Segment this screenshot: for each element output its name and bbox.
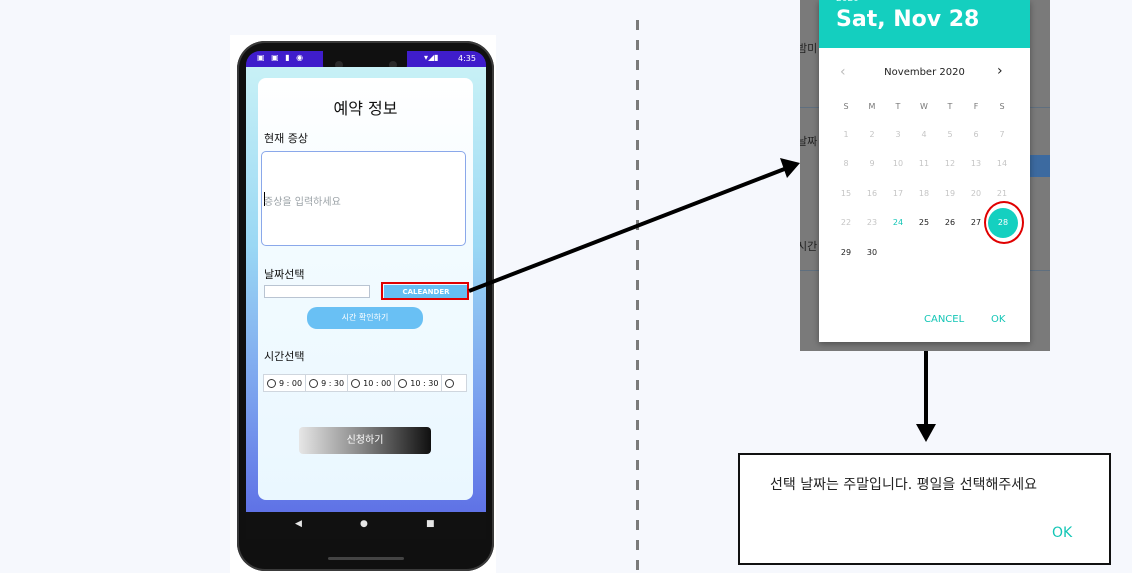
weekday-label: M bbox=[868, 102, 876, 111]
selected-day-highlight bbox=[984, 201, 1024, 244]
arrow-head-icon bbox=[916, 424, 936, 442]
calendar-day[interactable]: 30 bbox=[862, 248, 882, 257]
calendar-day: 11 bbox=[918, 159, 930, 168]
calendar-day: 22 bbox=[840, 218, 852, 227]
datepicker-selected-date: Sat, Nov 28 bbox=[836, 7, 980, 32]
calendar-day: 12 bbox=[944, 159, 956, 168]
calendar-day: 23 bbox=[866, 218, 878, 227]
weekend-alert-dialog bbox=[738, 453, 1111, 565]
calendar-day[interactable]: 25 bbox=[914, 218, 934, 227]
background-text: 밤미 bbox=[800, 42, 818, 55]
calendar-day: 16 bbox=[866, 189, 878, 198]
background-bar bbox=[1030, 155, 1050, 177]
calendar-day: 13 bbox=[970, 159, 982, 168]
calendar-day-today[interactable]: 24 bbox=[888, 218, 908, 227]
calendar-day: 18 bbox=[918, 189, 930, 198]
calendar-day: 17 bbox=[892, 189, 904, 198]
datepicker-year[interactable]: 2020 bbox=[836, 0, 859, 4]
weekday-label: W bbox=[920, 102, 928, 111]
datepicker-ok-button[interactable]: OK bbox=[991, 314, 1005, 325]
weekday-label: F bbox=[973, 102, 979, 111]
calendar-day: 5 bbox=[947, 130, 953, 139]
background-text: 시간 bbox=[800, 240, 818, 253]
calendar-day: 19 bbox=[944, 189, 956, 198]
calendar-day[interactable]: 27 bbox=[966, 218, 986, 227]
calendar-day: 1 bbox=[843, 130, 849, 139]
datepicker-cancel-button[interactable]: CANCEL bbox=[924, 314, 964, 325]
calendar-day: 2 bbox=[869, 130, 875, 139]
weekday-label: T bbox=[947, 102, 953, 111]
calendar-day: 21 bbox=[996, 189, 1008, 198]
arrow-to-datepicker bbox=[468, 166, 788, 293]
calendar-day: 20 bbox=[970, 189, 982, 198]
calendar-day: 7 bbox=[999, 130, 1005, 139]
chevron-right-icon[interactable]: › bbox=[997, 63, 1003, 79]
calendar-day: 15 bbox=[840, 189, 852, 198]
datepicker-dialog bbox=[819, 0, 1030, 342]
alert-ok-button[interactable]: OK bbox=[1052, 525, 1072, 541]
calendar-day: 9 bbox=[869, 159, 875, 168]
weekday-label: S bbox=[999, 102, 1005, 111]
calendar-day: 3 bbox=[895, 130, 901, 139]
alert-message: 선택 날짜는 주말입니다. 평일을 선택해주세요 bbox=[770, 477, 1037, 493]
background-text: 날짜 bbox=[800, 135, 818, 148]
calendar-day: 8 bbox=[843, 159, 849, 168]
weekday-label: S bbox=[843, 102, 849, 111]
calendar-day[interactable]: 29 bbox=[836, 248, 856, 257]
weekday-label: T bbox=[895, 102, 901, 111]
calendar-day: 4 bbox=[921, 130, 927, 139]
calendar-day: 14 bbox=[996, 159, 1008, 168]
calendar-day[interactable]: 26 bbox=[940, 218, 960, 227]
calendar-day: 6 bbox=[973, 130, 979, 139]
calendar-day: 10 bbox=[892, 159, 904, 168]
